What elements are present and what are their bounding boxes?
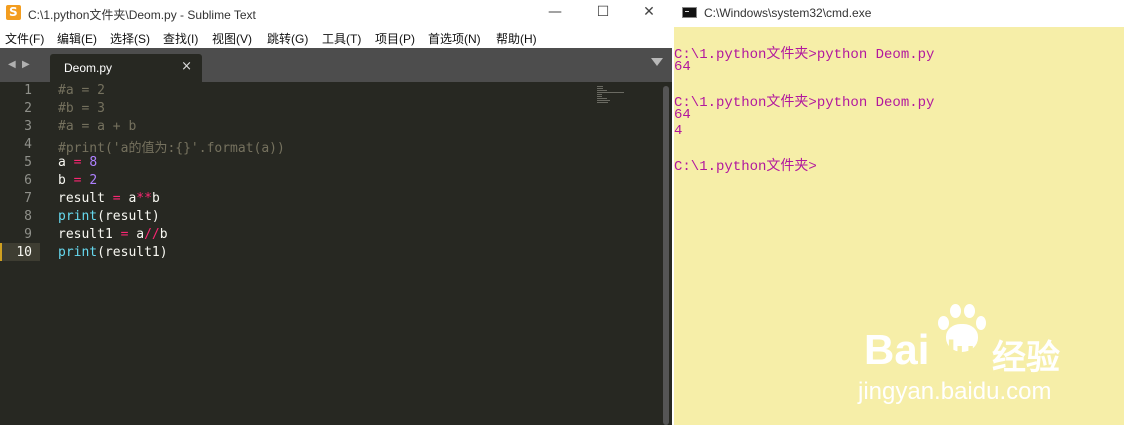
code-token: #b = 3 (58, 101, 105, 116)
code-token: print (58, 245, 98, 260)
code-line[interactable]: result = a**b (58, 191, 160, 206)
code-token: #a = a + b (58, 119, 137, 134)
vertical-scrollbar[interactable] (663, 86, 669, 425)
menu-goto[interactable]: 跳转(G) (267, 30, 308, 47)
sublime-app-icon (6, 5, 21, 20)
cmd-window-title: C:\Windows\system32\cmd.exe (704, 6, 872, 20)
console-line: C:\1.python文件夹>python Deom.py (674, 95, 935, 111)
code-token: print (58, 209, 98, 224)
line-number: 7 (24, 191, 32, 206)
code-line[interactable]: result1 = a//b (58, 227, 168, 242)
menu-file[interactable]: 文件(F) (5, 30, 44, 47)
console-line: 4 (674, 123, 683, 139)
watermark-brand-left: Bai (864, 326, 930, 373)
code-token: a (58, 155, 74, 170)
line-number: 10 (16, 245, 32, 260)
tab-dropdown-icon[interactable] (651, 58, 663, 66)
console-line: C:\1.python文件夹>python Deom.py (674, 47, 935, 63)
menu-help[interactable]: 帮助(H) (496, 30, 537, 47)
menu-bar: 文件(F) 编辑(E) 选择(S) 查找(I) 视图(V) 跳转(G) 工具(T… (0, 26, 672, 48)
minimap[interactable] (597, 86, 625, 104)
code-editor[interactable]: 1 2 3 4 5 6 7 8 9 10 #a = 2 #b = 3 #a = a + b #print… (0, 82, 672, 425)
tab-label: Deom.py (64, 61, 113, 75)
code-line[interactable]: print(result) (58, 209, 160, 224)
code-token: #print('a的值为:{}'.format(a)) (58, 141, 285, 156)
tab-forward-icon[interactable]: ▶ (22, 59, 30, 70)
tab-back-icon[interactable]: ◀ (8, 59, 16, 70)
code-token: (result) (97, 209, 160, 224)
console-line: 64 (674, 59, 691, 75)
menu-view[interactable]: 视图(V) (212, 30, 252, 47)
baidu-jingyan-watermark: Bai du 经验 jingyan.baidu.com (858, 298, 1119, 408)
watermark-brand-right: du (936, 334, 976, 370)
menu-find[interactable]: 查找(I) (163, 30, 198, 47)
code-token: b (159, 227, 168, 242)
line-number: 6 (24, 173, 32, 188)
console-line: C:\1.python文件夹> (674, 159, 817, 175)
line-number: 1 (24, 83, 32, 98)
code-token: = (112, 191, 121, 206)
code-line[interactable]: b = 2 (58, 173, 97, 188)
code-token: (result1) (97, 245, 168, 260)
tab-bar: ◀ ▶ Deom.py × (0, 48, 672, 82)
code-token: b (151, 191, 160, 206)
code-token: #a = 2 (58, 83, 105, 98)
line-number: 5 (24, 155, 32, 170)
cmd-app-icon (682, 7, 697, 18)
code-token: // (144, 227, 160, 242)
menu-project[interactable]: 项目(P) (375, 30, 415, 47)
code-token: b (58, 173, 74, 188)
watermark-url: jingyan.baidu.com (858, 378, 1052, 405)
code-line[interactable]: a = 8 (58, 155, 97, 170)
code-line[interactable]: print(result1) (58, 245, 168, 260)
menu-tools[interactable]: 工具(T) (322, 30, 361, 47)
code-token: 2 (89, 173, 98, 188)
code-token: 8 (89, 155, 98, 170)
tab-close-icon[interactable]: × (181, 59, 192, 74)
menu-selection[interactable]: 选择(S) (110, 30, 150, 47)
code-token: ** (136, 191, 152, 206)
tab-deom-py[interactable]: Deom.py × (50, 54, 202, 82)
menu-edit[interactable]: 编辑(E) (57, 30, 97, 47)
line-number: 4 (24, 137, 32, 152)
code-line[interactable]: #b = 3 (58, 101, 105, 116)
code-line[interactable]: #a = 2 (58, 83, 105, 98)
sublime-window-title: C:\1.python文件夹\Deom.py - Sublime Text (28, 8, 256, 22)
line-number: 3 (24, 119, 32, 134)
code-token: result (58, 191, 113, 206)
line-number: 8 (24, 209, 32, 224)
cmd-window: C:\Windows\system32\cmd.exe C:\1.python文… (674, 0, 1124, 425)
watermark-brand-cn: 经验 (992, 339, 1060, 377)
maximize-icon[interactable]: ☐ (580, 0, 626, 26)
sublime-window: C:\1.python文件夹\Deom.py - Sublime Text — … (0, 0, 672, 425)
line-number: 2 (24, 101, 32, 116)
current-line-marker (0, 243, 2, 261)
line-number: 9 (24, 227, 32, 242)
menu-preferences[interactable]: 首选项(N) (428, 30, 481, 47)
code-token: a (128, 227, 145, 242)
console-line: 64 (674, 107, 691, 123)
close-icon[interactable]: ✕ (626, 0, 672, 26)
code-line[interactable]: #a = a + b (58, 119, 136, 134)
code-line[interactable]: #print('a的值为:{}'.format(a)) (58, 137, 285, 156)
cmd-titlebar[interactable]: C:\Windows\system32\cmd.exe (674, 0, 1124, 27)
minimize-icon[interactable]: — (532, 0, 578, 26)
code-token: a (120, 191, 137, 206)
sublime-titlebar[interactable]: C:\1.python文件夹\Deom.py - Sublime Text — … (0, 0, 672, 26)
code-token: result1 (58, 227, 121, 242)
